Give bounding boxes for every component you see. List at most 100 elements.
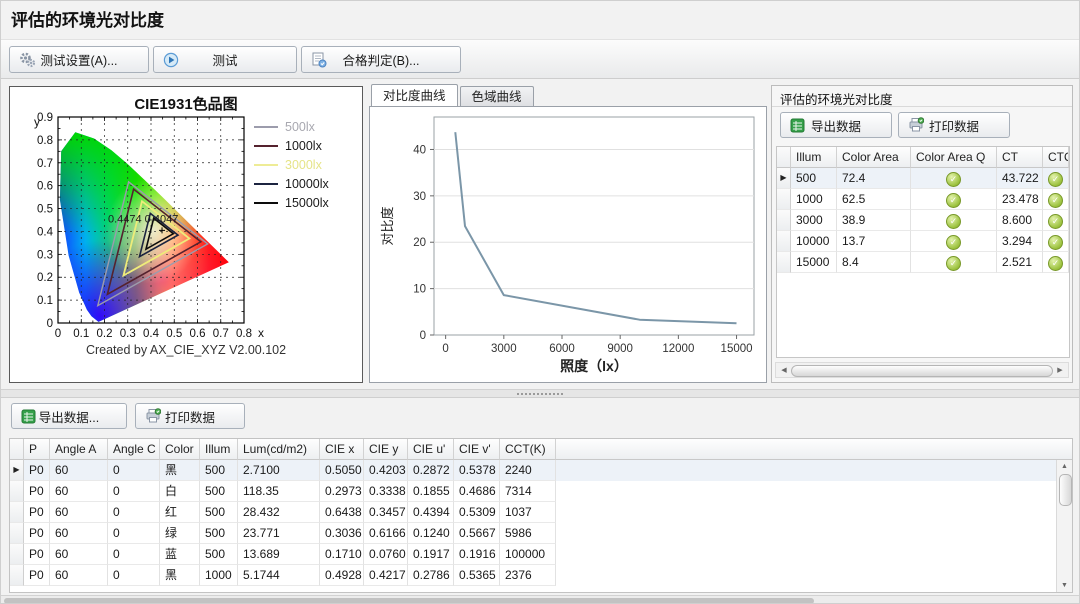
cell: 0.5365 (454, 565, 500, 586)
test-settings-button[interactable]: 测试设置(A)... (9, 46, 149, 73)
table-row[interactable]: P0600黑10005.17440.49280.42170.27860.5365… (10, 565, 1072, 586)
scroll-up-icon[interactable]: ▲ (1058, 461, 1071, 473)
pass-check-icon: ✓ (946, 172, 961, 187)
table-row[interactable]: 300038.9✓8.600✓ (777, 210, 1069, 231)
pass-check-icon: ✓ (946, 214, 961, 229)
row-selector-cell (10, 523, 24, 544)
table-row[interactable]: P0600绿50023.7710.30360.61660.12400.56675… (10, 523, 1072, 544)
bottom-hscroll-thumb[interactable] (4, 598, 814, 604)
scroll-right-icon[interactable]: ▶ (1054, 364, 1066, 376)
cell: ✓ (1043, 168, 1069, 189)
print-data-bottom-button[interactable]: 打印数据 (135, 403, 245, 429)
cell: 0.1916 (454, 544, 500, 565)
table-row[interactable]: P0600红50028.4320.64380.34570.43940.53091… (10, 502, 1072, 523)
svg-text:0.2: 0.2 (37, 272, 53, 284)
chart-tabs: 对比度曲线色域曲线 (371, 85, 536, 107)
tab-contrast-curve[interactable]: 对比度曲线 (371, 84, 458, 107)
cell: 500 (200, 502, 238, 523)
cell: 1037 (500, 502, 556, 523)
svg-text:9000: 9000 (607, 343, 633, 355)
cell: 10000 (791, 231, 837, 252)
svg-text:0.7: 0.7 (213, 328, 229, 340)
svg-text:3000: 3000 (491, 343, 517, 355)
table-row[interactable]: P0600白500118.350.29730.33380.18550.46867… (10, 481, 1072, 502)
cie-credit-text: Created by AX_CIE_XYZ V2.00.102 (10, 343, 362, 357)
print-data-button[interactable]: 打印数据 (898, 112, 1010, 138)
cell: 60 (50, 565, 108, 586)
table-row[interactable]: P0600蓝50013.6890.17100.07600.19170.19161… (10, 544, 1072, 565)
cell: 62.5 (837, 189, 911, 210)
svg-text:6000: 6000 (549, 343, 575, 355)
table-row[interactable]: 100062.5✓23.478✓ (777, 189, 1069, 210)
svg-text:0.5: 0.5 (166, 328, 182, 340)
cell: 3.294 (997, 231, 1043, 252)
export-data-bottom-label: 导出数据... (39, 407, 99, 426)
svg-text:10: 10 (413, 284, 426, 296)
cell: 3000 (791, 210, 837, 231)
filler-cell (556, 523, 1072, 544)
filler-cell (556, 460, 1072, 481)
legend-label: 15000lx (285, 196, 329, 210)
svg-text:0.5: 0.5 (37, 204, 53, 216)
filler-cell (556, 544, 1072, 565)
cell: 7314 (500, 481, 556, 502)
pass-judgement-button[interactable]: 合格判定(B)... (301, 46, 461, 73)
svg-text:0.4474 0.4047: 0.4474 0.4047 (108, 213, 178, 225)
bottom-hscrollbar[interactable] (1, 595, 1079, 604)
cell: P0 (24, 544, 50, 565)
export-data-bottom-button[interactable]: 导出数据... (11, 403, 127, 429)
right-table-hscrollbar[interactable]: ◀ ▶ (775, 362, 1069, 378)
export-data-button[interactable]: 导出数据 (780, 112, 892, 138)
cell: 0.3457 (364, 502, 408, 523)
tab-gamut-curve[interactable]: 色域曲线 (460, 86, 534, 107)
cell: P0 (24, 460, 50, 481)
cell: 5.1744 (238, 565, 320, 586)
test-label: 测试 (212, 50, 237, 69)
cell: 0.4928 (320, 565, 364, 586)
cell: 43.722 (997, 168, 1043, 189)
table-row[interactable]: 150008.4✓2.521✓ (777, 252, 1069, 273)
svg-text:40: 40 (413, 144, 426, 156)
vscroll-thumb[interactable] (1059, 474, 1072, 506)
cell: 0.4394 (408, 502, 454, 523)
hscroll-thumb[interactable] (791, 365, 1053, 377)
cie-diagram-panel: CIE1931色品图 0.4474 0.404700.10.20.30.40.5… (9, 86, 363, 383)
table-row[interactable]: ▶P0600黑5002.71000.50500.42030.28720.5378… (10, 460, 1072, 481)
svg-text:12000: 12000 (662, 343, 694, 355)
header-cell: CT (997, 147, 1043, 168)
legend-label: 10000lx (285, 177, 329, 191)
cell: 0.5050 (320, 460, 364, 481)
svg-text:15000: 15000 (721, 343, 753, 355)
horizontal-splitter[interactable] (1, 389, 1079, 398)
cell: 13.7 (837, 231, 911, 252)
cell: 72.4 (837, 168, 911, 189)
test-button[interactable]: 测试 (153, 46, 297, 73)
curve-panel: 对比度曲线色域曲线 010203040030006000900012000150… (369, 85, 767, 383)
gears-icon (19, 52, 36, 68)
header-cell: Illum (791, 147, 837, 168)
legend-label: 3000lx (285, 158, 322, 172)
legend-line-swatch (254, 202, 278, 204)
app-window: 评估的环境光对比度 测试设置(A)... 测试 (0, 0, 1080, 604)
svg-text:0.3: 0.3 (120, 328, 136, 340)
pass-check-icon: ✓ (946, 235, 961, 250)
row-selector-cell: ▶ (10, 460, 24, 481)
scroll-left-icon[interactable]: ◀ (778, 364, 790, 376)
legend-item: 3000lx (254, 155, 329, 174)
scroll-down-icon[interactable]: ▼ (1058, 580, 1071, 592)
pass-check-icon: ✓ (1048, 193, 1063, 208)
svg-text:20: 20 (413, 237, 426, 249)
cell: P0 (24, 481, 50, 502)
svg-text:0.6: 0.6 (190, 328, 206, 340)
right-table: IllumColor AreaColor Area QCTCTQ▶50072.4… (776, 146, 1070, 358)
header-filler-cell (556, 439, 1072, 460)
table-row[interactable]: ▶50072.4✓43.722✓ (777, 168, 1069, 189)
measurement-table-vscrollbar[interactable]: ▲ ▼ (1056, 460, 1072, 593)
table-row[interactable]: 1000013.7✓3.294✓ (777, 231, 1069, 252)
row-selector-cell (10, 544, 24, 565)
pass-check-icon: ✓ (1048, 214, 1063, 229)
cell: 100000 (500, 544, 556, 565)
row-selector-cell (10, 481, 24, 502)
cell: 蓝 (160, 544, 200, 565)
measurement-table: PAngle AAngle CColorIllumLum(cd/m2)CIE x… (9, 438, 1073, 593)
